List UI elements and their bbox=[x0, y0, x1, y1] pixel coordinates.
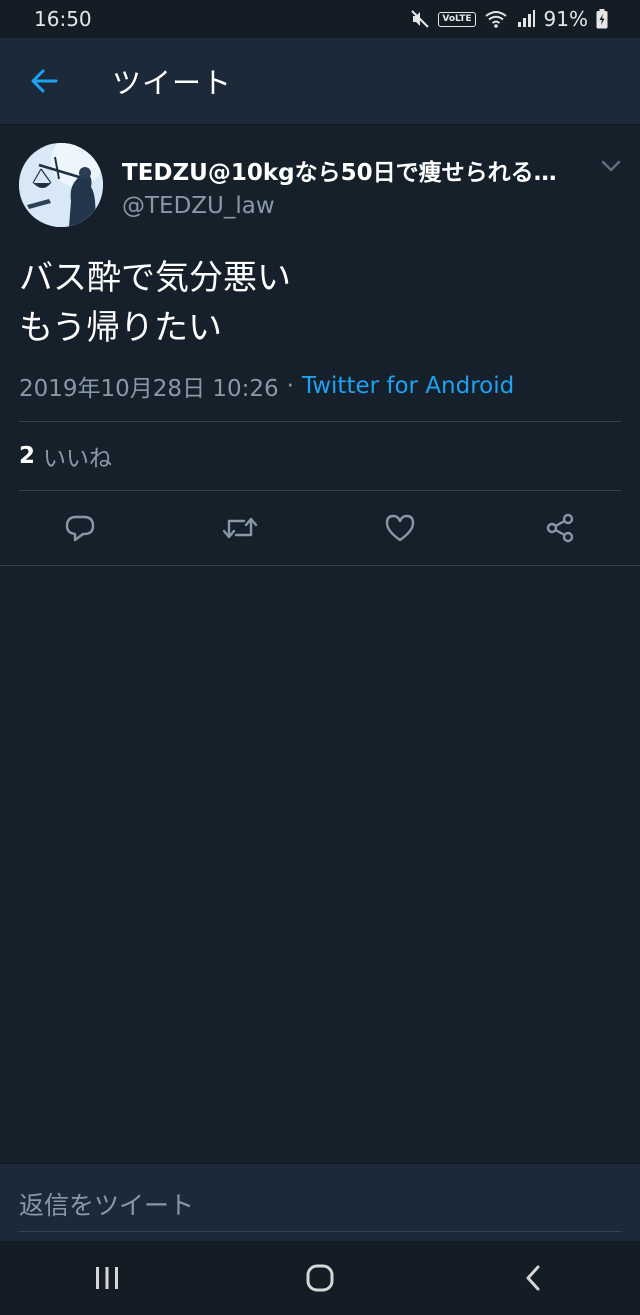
avatar-image bbox=[19, 143, 103, 227]
page-title: ツイート bbox=[112, 66, 233, 100]
recent-apps-icon bbox=[95, 1267, 118, 1289]
retweet-button[interactable] bbox=[210, 498, 270, 558]
tweet: TEDZU@10kgなら50日で痩せられる… @TEDZU_law バス酔で気分… bbox=[0, 125, 640, 566]
reply-underline bbox=[19, 1231, 621, 1232]
comment-icon bbox=[65, 515, 95, 542]
like-button[interactable] bbox=[370, 498, 430, 558]
likes-label: いいね bbox=[43, 446, 113, 472]
reply-input[interactable]: 返信をツイート bbox=[19, 1186, 194, 1222]
tweet-detail-screen: 16:50 VoLTE 91% ツイート TEDZU@10kgなら50日で痩せら… bbox=[0, 0, 640, 1315]
tweet-source-link[interactable]: Twitter for Android bbox=[302, 373, 514, 399]
status-icons: VoLTE 91% bbox=[410, 7, 608, 31]
tweet-meta: 2019年10月28日 10:26 · Twitter for Android bbox=[19, 371, 640, 402]
chevron-left-icon bbox=[526, 1265, 540, 1291]
display-name[interactable]: TEDZU@10kgなら50日で痩せられる… bbox=[122, 153, 582, 187]
avatar[interactable] bbox=[19, 143, 103, 227]
system-nav-bar bbox=[0, 1241, 640, 1315]
home-button[interactable] bbox=[280, 1248, 360, 1308]
system-back-button[interactable] bbox=[493, 1248, 573, 1308]
meta-separator: · bbox=[286, 373, 294, 399]
heart-icon bbox=[385, 514, 415, 542]
wifi-icon bbox=[484, 11, 507, 28]
home-icon bbox=[306, 1264, 334, 1292]
arrow-left-icon bbox=[31, 69, 58, 93]
tweet-author-row: TEDZU@10kgなら50日で痩せられる… @TEDZU_law bbox=[0, 125, 640, 229]
volte-badge: VoLTE bbox=[438, 11, 476, 27]
reply-bar: 返信をツイート bbox=[0, 1163, 640, 1242]
status-time: 16:50 bbox=[34, 7, 92, 31]
signal-icon bbox=[517, 10, 535, 27]
status-bar: 16:50 VoLTE 91% bbox=[0, 0, 640, 38]
app-header: ツイート bbox=[0, 38, 640, 125]
user-handle[interactable]: @TEDZU_law bbox=[122, 193, 275, 219]
recent-apps-button[interactable] bbox=[67, 1248, 147, 1308]
tweet-text-line: バス酔で気分悪い bbox=[19, 258, 291, 298]
back-button[interactable] bbox=[0, 38, 88, 124]
tweet-timestamp: 2019年10月28日 10:26 bbox=[19, 376, 279, 402]
chevron-down-icon[interactable] bbox=[600, 159, 622, 173]
share-button[interactable] bbox=[530, 498, 590, 558]
share-icon bbox=[546, 513, 574, 543]
tweet-text-line: もう帰りたい bbox=[19, 308, 222, 348]
battery-percent: 91% bbox=[543, 7, 588, 31]
tweet-text: バス酔で気分悪い もう帰りたい bbox=[19, 253, 640, 353]
likes-row[interactable]: 2 いいね bbox=[19, 422, 640, 490]
mute-icon bbox=[411, 10, 430, 28]
tweet-actions bbox=[0, 491, 640, 566]
reply-button[interactable] bbox=[50, 498, 110, 558]
likes-count: 2 bbox=[19, 443, 36, 469]
retweet-icon bbox=[222, 517, 258, 539]
battery-icon bbox=[596, 9, 608, 29]
